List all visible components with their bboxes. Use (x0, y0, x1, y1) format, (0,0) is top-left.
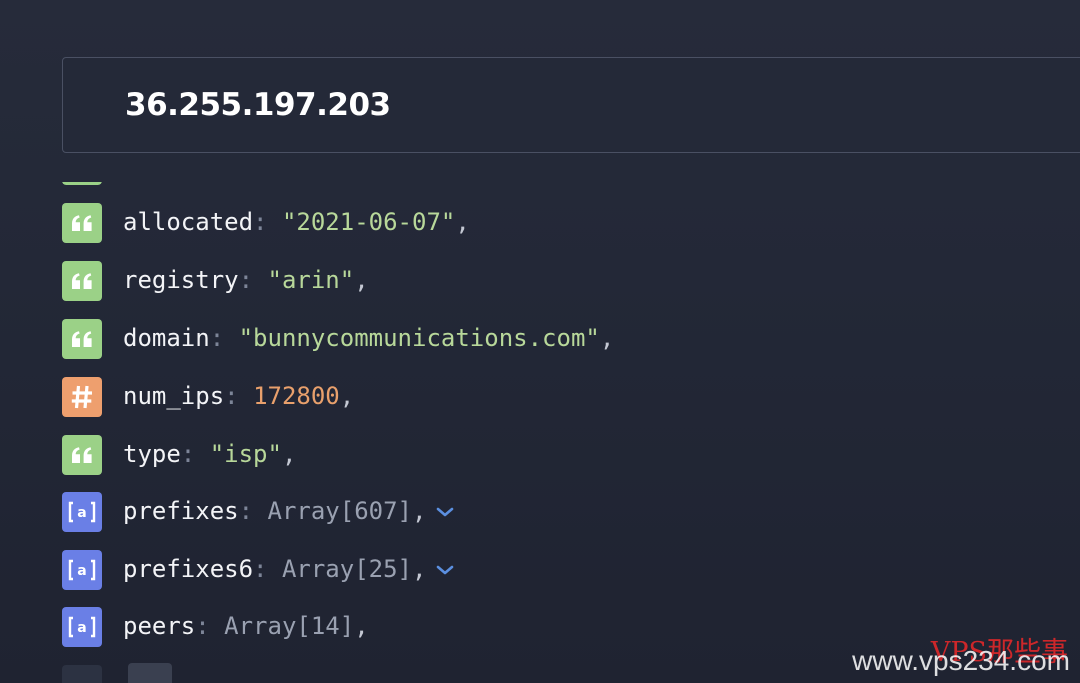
json-key: type (123, 440, 181, 468)
chevron-down-icon[interactable] (436, 490, 454, 530)
json-key: prefixes (123, 497, 239, 525)
json-row-prefixes: prefixes: Array[607], (123, 491, 454, 531)
json-array-value: Array[25] (281, 555, 412, 583)
svg-text:a: a (77, 505, 86, 521)
ip-search-box[interactable]: 36.255.197.203 (62, 57, 1080, 153)
json-colon: : (195, 612, 210, 640)
json-colon: : (224, 382, 239, 410)
quote-icon (62, 435, 102, 475)
json-comma: , (599, 324, 615, 352)
json-colon: : (253, 555, 268, 583)
json-row-allocated: allocated: "2021-06-07", (123, 202, 470, 242)
json-string-value: "2021-06-07" (281, 208, 456, 236)
json-comma: , (354, 612, 369, 640)
json-comma: , (412, 555, 427, 583)
json-row-domain: domain: "bunnycommunications.com", (123, 318, 614, 358)
json-string-value: "arin" (267, 266, 355, 294)
json-string-value: "isp" (209, 440, 282, 468)
quote-icon (62, 261, 102, 301)
json-key: num_ips (123, 382, 225, 410)
json-comma: , (412, 497, 427, 525)
json-row-type: type: "isp", (123, 434, 296, 474)
json-key: peers (123, 612, 196, 640)
json-row-registry: registry: "arin", (123, 260, 369, 300)
json-colon: : (238, 497, 254, 525)
json-key: allocated (123, 208, 254, 236)
array-icon: a (62, 492, 102, 532)
json-comma: , (354, 266, 369, 294)
next-row-key (128, 663, 172, 683)
json-key: prefixes6 (123, 555, 254, 583)
json-row-prefixes6: prefixes6: Array[25], (123, 549, 454, 589)
svg-text:a: a (77, 620, 86, 636)
json-array-value: Array[607] (267, 497, 413, 525)
json-colon: : (209, 324, 225, 352)
json-row-num-ips: num_ips: 172800, (123, 376, 354, 416)
array-icon: a (62, 550, 102, 590)
json-array-value: Array[14] (224, 612, 355, 640)
scrolled-row-badge (62, 163, 102, 185)
json-key: registry (123, 266, 239, 294)
quote-icon (62, 203, 102, 243)
array-icon: a (62, 607, 102, 647)
json-row-peers: peers: Array[14], (123, 606, 369, 646)
ip-address-value[interactable]: 36.255.197.203 (125, 85, 391, 125)
hash-icon (62, 377, 102, 417)
json-comma: , (339, 382, 355, 410)
json-colon: : (238, 266, 254, 294)
json-number-value: 172800 (253, 382, 340, 410)
svg-text:a: a (77, 563, 86, 579)
json-string-value: "bunnycommunications.com" (238, 324, 600, 352)
next-row-badge (62, 660, 102, 683)
json-colon: : (180, 440, 196, 468)
json-key: domain (123, 324, 210, 352)
chevron-down-icon[interactable] (436, 548, 454, 588)
quote-icon (62, 319, 102, 359)
json-comma: , (281, 440, 297, 468)
watermark-url: www.vps234.com (852, 645, 1070, 676)
json-comma: , (455, 208, 470, 236)
json-colon: : (253, 208, 268, 236)
